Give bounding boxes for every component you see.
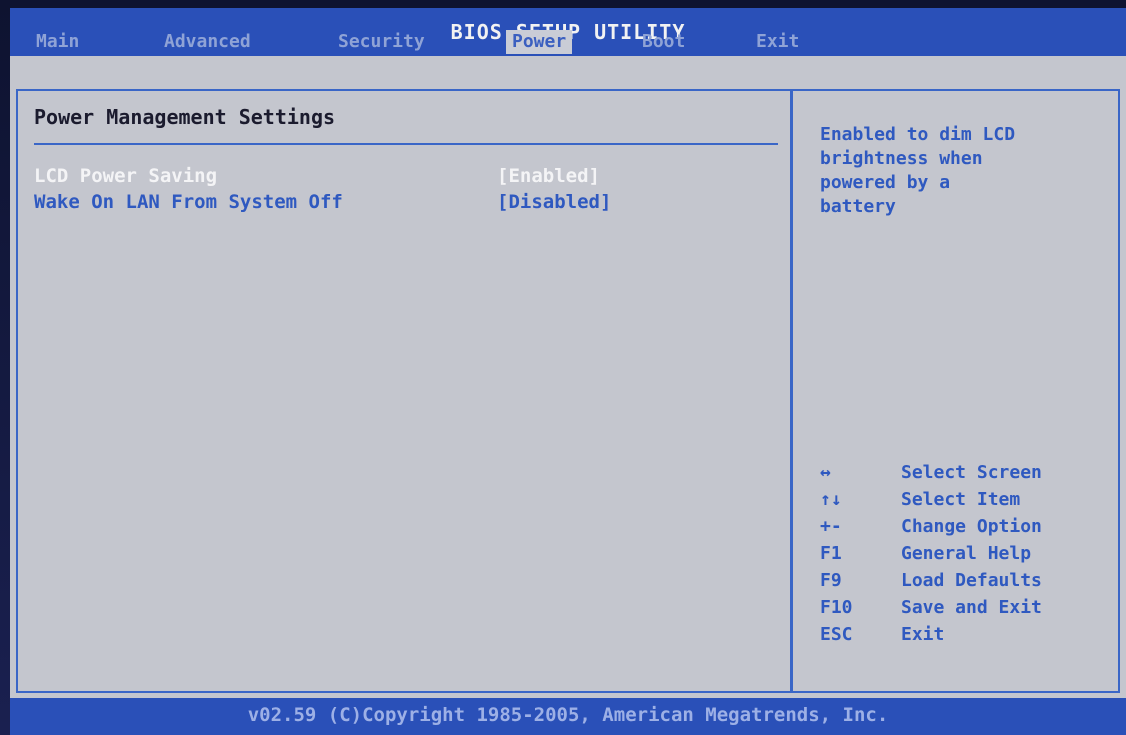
- key-row-select-screen: ↔ Select Screen: [820, 459, 1110, 486]
- key-desc: Exit: [901, 624, 945, 645]
- setting-value[interactable]: [Enabled]: [497, 163, 600, 189]
- setting-value[interactable]: [Disabled]: [497, 189, 611, 215]
- key-row-general-help: F1 General Help: [820, 540, 1110, 567]
- setting-label: Wake On LAN From System Off: [34, 191, 343, 213]
- key-desc: Change Option: [901, 516, 1042, 537]
- panel-divider: [790, 89, 793, 693]
- key-row-change-option: +- Change Option: [820, 513, 1110, 540]
- help-text: Enabled to dim LCD brightness when power…: [820, 124, 1016, 217]
- main-panel: Power Management Settings LCD Power Savi…: [10, 56, 1126, 701]
- tab-advanced[interactable]: Advanced: [158, 30, 257, 54]
- key-row-save-exit: F10 Save and Exit: [820, 594, 1110, 621]
- bios-screen: BIOS SETUP UTILITY Main Advanced Securit…: [0, 0, 1126, 735]
- key-label: ESC: [820, 624, 853, 645]
- key-row-select-item: ↑↓ Select Item: [820, 486, 1110, 513]
- key-row-load-defaults: F9 Load Defaults: [820, 567, 1110, 594]
- left-right-arrows-icon: ↔: [820, 462, 831, 483]
- settings-area: Power Management Settings LCD Power Savi…: [34, 103, 778, 213]
- key-desc: Load Defaults: [901, 570, 1042, 591]
- key-legend: ↔ Select Screen ↑↓ Select Item +- Change…: [820, 459, 1110, 648]
- tab-exit[interactable]: Exit: [750, 30, 805, 54]
- plus-minus-icon: +-: [820, 516, 842, 537]
- key-desc: Select Screen: [901, 462, 1042, 483]
- footer-bar: v02.59 (C)Copyright 1985-2005, American …: [10, 698, 1126, 735]
- section-title: Power Management Settings: [34, 105, 336, 129]
- setting-label: LCD Power Saving: [34, 165, 218, 187]
- help-panel: Enabled to dim LCD brightness when power…: [820, 123, 1110, 219]
- tab-security[interactable]: Security: [332, 30, 431, 54]
- tab-main[interactable]: Main: [30, 30, 85, 54]
- key-label: F10: [820, 597, 853, 618]
- key-desc: Save and Exit: [901, 597, 1042, 618]
- key-desc: General Help: [901, 543, 1032, 564]
- setting-lcd-power-saving[interactable]: LCD Power Saving [Enabled]: [34, 163, 764, 189]
- top-bar: BIOS SETUP UTILITY Main Advanced Securit…: [10, 8, 1126, 56]
- section-divider: [34, 143, 778, 145]
- up-down-arrows-icon: ↑↓: [820, 489, 842, 510]
- key-label: F1: [820, 543, 842, 564]
- tab-power[interactable]: Power: [506, 30, 573, 54]
- key-row-exit: ESC Exit: [820, 621, 1110, 648]
- setting-wake-on-lan[interactable]: Wake On LAN From System Off [Disabled]: [34, 189, 764, 215]
- copyright-text: v02.59 (C)Copyright 1985-2005, American …: [247, 704, 889, 726]
- tab-boot[interactable]: Boot: [636, 30, 691, 54]
- key-desc: Select Item: [901, 489, 1021, 510]
- key-label: F9: [820, 570, 842, 591]
